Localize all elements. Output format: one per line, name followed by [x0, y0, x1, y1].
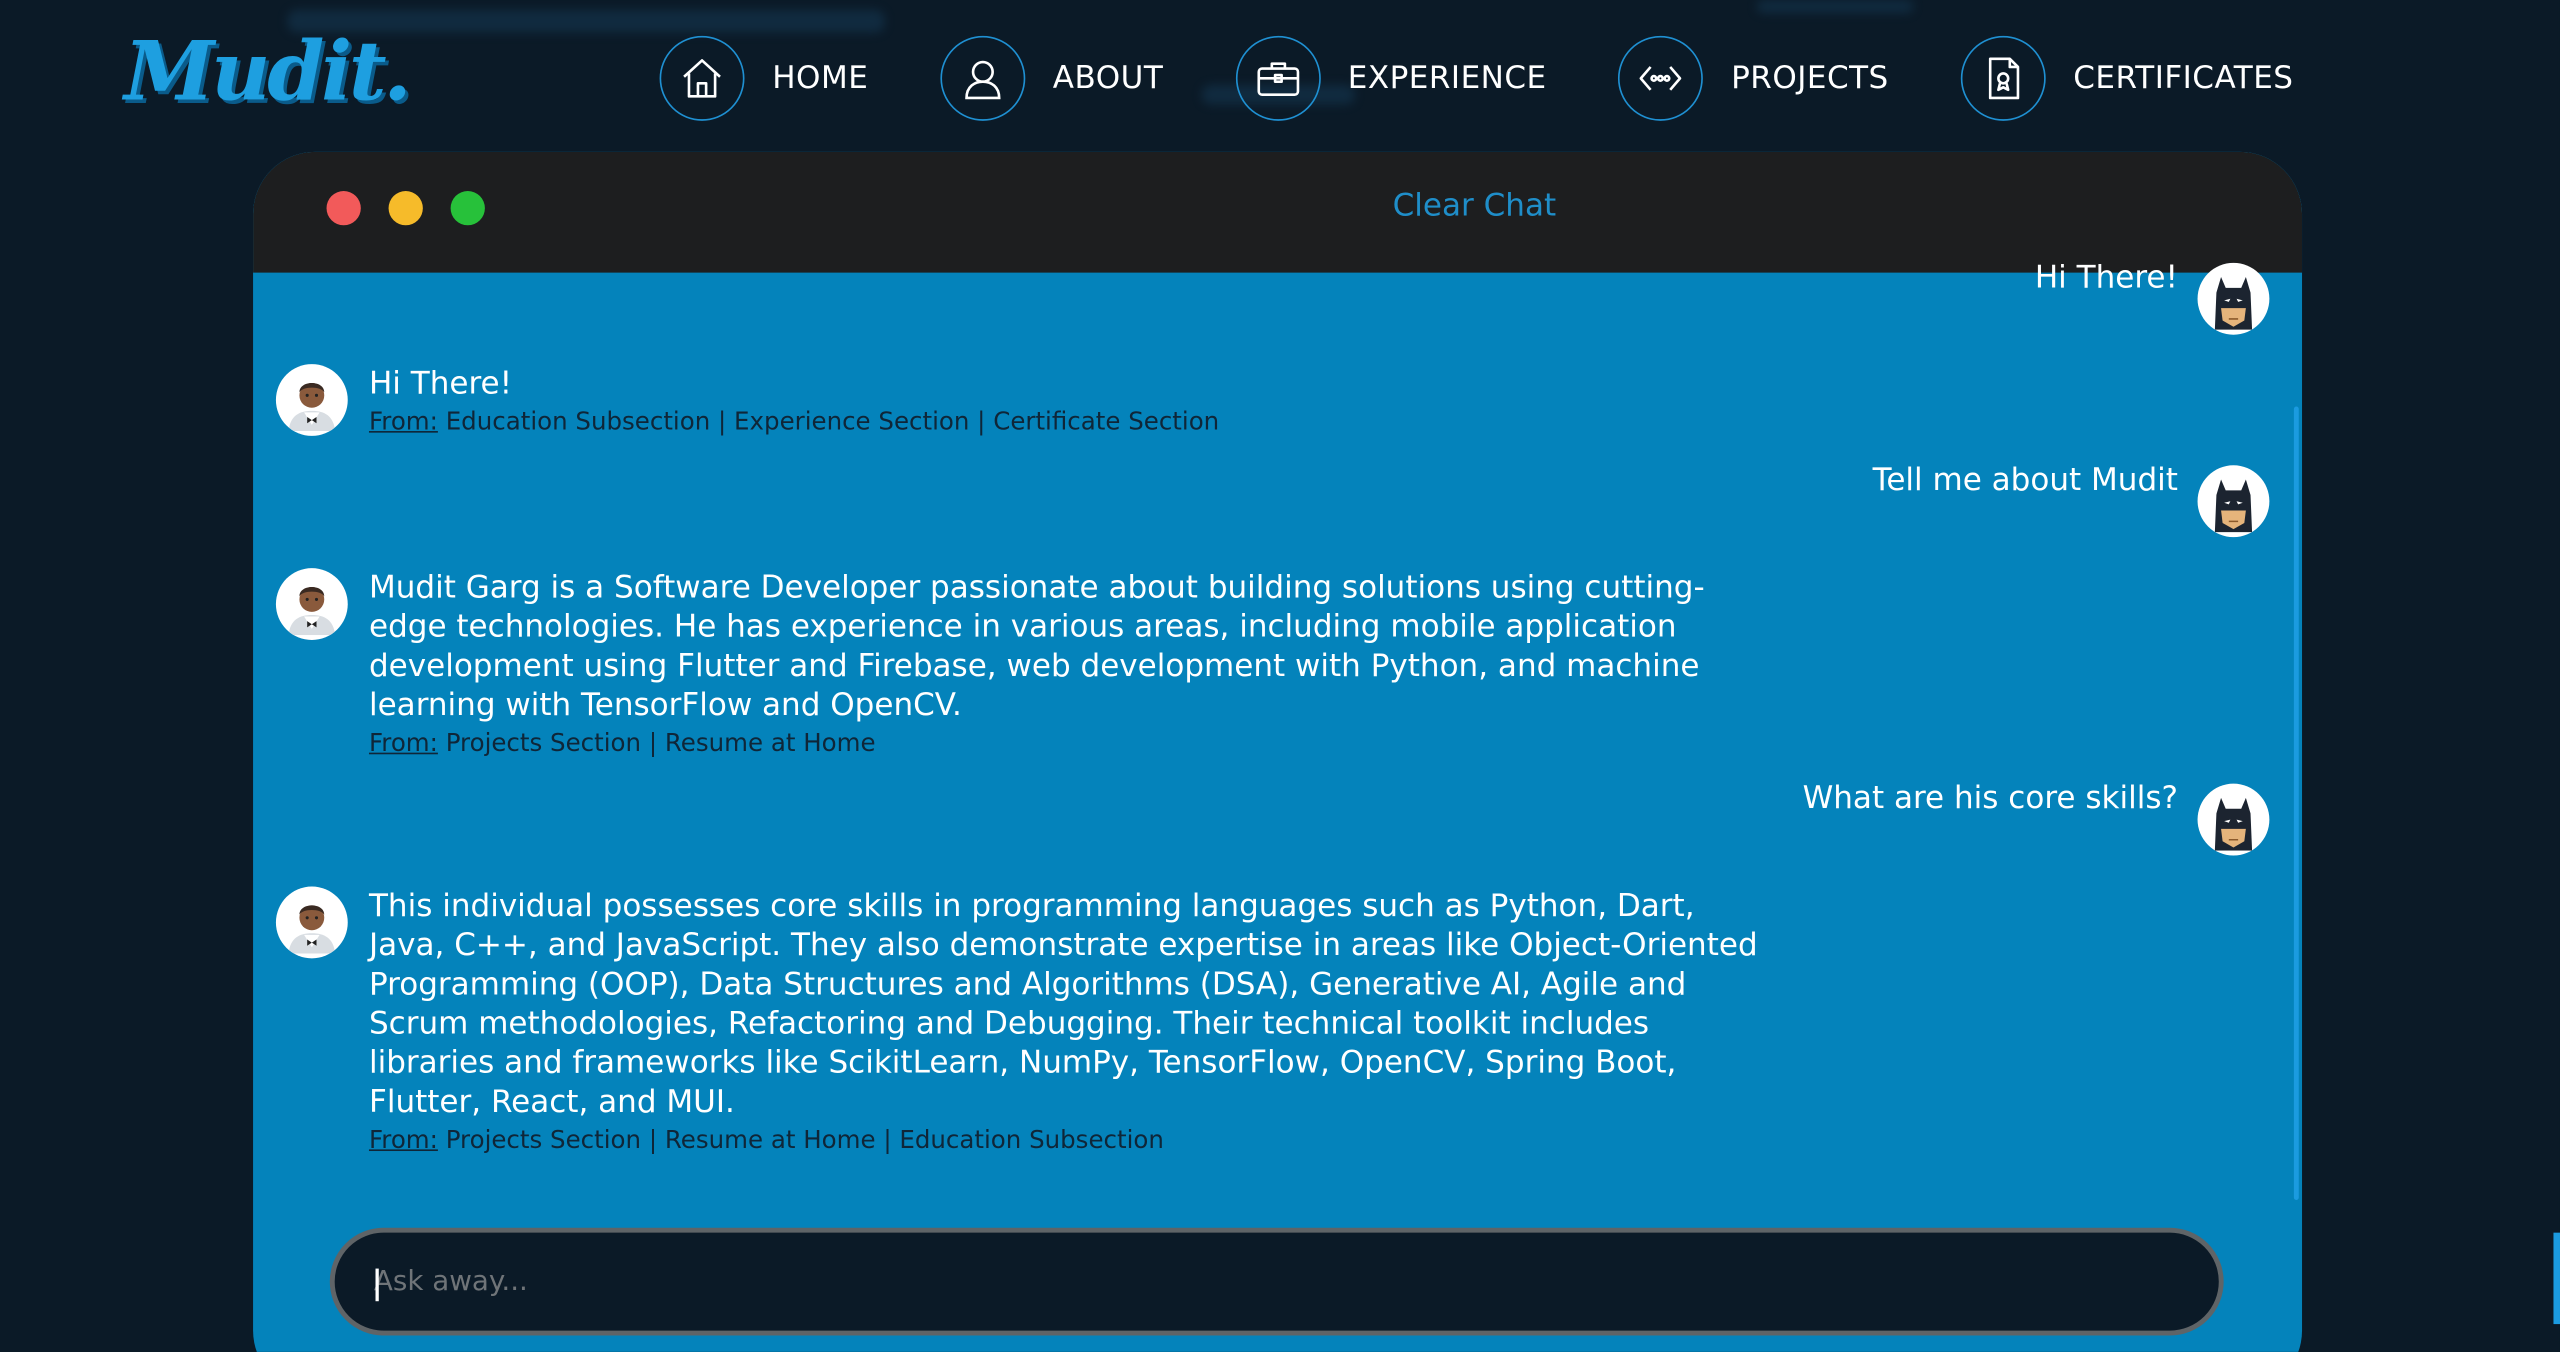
certificate-icon [1960, 35, 2046, 121]
chat-header: Clear Chat [253, 151, 2303, 273]
sources-text: Projects Section | Resume at Home | Educ… [445, 1124, 1164, 1155]
user-message: Tell me about Mudit [1872, 462, 2270, 538]
briefcase-icon [1235, 35, 1321, 121]
nav-label: ABOUT [1052, 60, 1164, 97]
logo-text: Mudit [124, 22, 386, 120]
user-message: What are his core skills? [1803, 780, 2270, 856]
logo-dot: . [383, 22, 412, 120]
bot-message: Mudit Garg is a Software Developer passi… [275, 568, 1773, 759]
nav-item-experience[interactable]: EXPERIENCE [1235, 35, 1547, 121]
from-label: From: [368, 728, 438, 758]
nav-label: PROJECTS [1731, 60, 1889, 97]
portfolio-page: Mudit. HOME ABOUT EXPERIENCE PROJECTS CE… [0, 0, 2560, 1352]
chat-input[interactable] [334, 1232, 2219, 1331]
from-label: From: [368, 1124, 438, 1155]
close-window-button[interactable] [326, 191, 361, 226]
site-logo[interactable]: Mudit. [124, 22, 412, 120]
home-icon [659, 35, 745, 121]
chat-input-wrapper [329, 1227, 2224, 1336]
from-label: From: [368, 406, 438, 436]
sources-text: Education Subsection | Experience Sectio… [445, 406, 1220, 436]
batman-avatar-icon [2197, 783, 2270, 856]
nav-item-home[interactable]: HOME [659, 35, 869, 121]
chat-window: Clear Chat Hi There! Hi There! From: Edu… [253, 151, 2303, 1352]
chat-scrollbar[interactable] [2293, 406, 2299, 1200]
message-sources: From: Projects Section | Resume at Home … [369, 1123, 1773, 1156]
nav-item-about[interactable]: ABOUT [940, 35, 1164, 121]
batman-avatar-icon [2197, 465, 2270, 538]
bot-message-body: Hi There! From: Education Subsection | E… [369, 364, 1773, 437]
nav-label: HOME [772, 60, 869, 97]
page-scrollbar[interactable] [2553, 1232, 2560, 1325]
bot-message: This individual possesses core skills in… [275, 886, 1773, 1156]
user-message-text: Hi There! [2034, 259, 2178, 296]
bot-message-text: Mudit Garg is a Software Developer passi… [368, 569, 1705, 724]
user-message-text: Tell me about Mudit [1872, 462, 2178, 498]
nav-label: EXPERIENCE [1347, 60, 1547, 97]
assistant-avatar-icon [275, 886, 348, 959]
bot-message-body: Mudit Garg is a Software Developer passi… [369, 568, 1773, 759]
sources-text: Projects Section | Resume at Home [445, 728, 876, 758]
minimize-window-button[interactable] [388, 191, 423, 226]
nav-item-projects[interactable]: PROJECTS [1618, 35, 1889, 121]
text-caret [375, 1268, 378, 1302]
bot-message: Hi There! From: Education Subsection | E… [275, 364, 1773, 437]
maximize-window-button[interactable] [450, 191, 485, 226]
code-icon [1618, 35, 1704, 121]
nav-item-certificates[interactable]: CERTIFICATES [1960, 35, 2294, 121]
bot-message-text: This individual possesses core skills in… [368, 888, 1758, 1120]
assistant-avatar-icon [275, 364, 348, 436]
background-text-blur [1756, 0, 1914, 14]
user-message-text: What are his core skills? [1802, 780, 2178, 817]
user-message: Hi There! [2034, 259, 2270, 335]
message-sources: From: Education Subsection | Experience … [369, 405, 1773, 438]
batman-avatar-icon [2197, 262, 2270, 335]
assistant-avatar-icon [275, 568, 348, 640]
message-sources: From: Projects Section | Resume at Home [369, 727, 1773, 760]
main-nav: HOME ABOUT EXPERIENCE PROJECTS CERTIFICA… [659, 34, 2294, 122]
clear-chat-button[interactable]: Clear Chat [1393, 188, 1556, 224]
bot-message-body: This individual possesses core skills in… [369, 887, 1773, 1156]
user-icon [940, 35, 1026, 121]
bot-message-text: Hi There! [368, 365, 513, 402]
nav-label: CERTIFICATES [2073, 60, 2294, 97]
